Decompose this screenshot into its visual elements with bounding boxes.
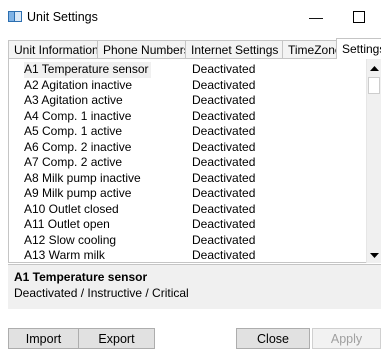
list-item-name: A10 Outlet closed [24, 201, 119, 216]
list-item-status: Deactivated [192, 124, 256, 138]
list-item[interactable]: A3 Agitation active Deactivated [18, 93, 373, 109]
list-item-status: Deactivated [192, 170, 256, 185]
maximize-button[interactable] [337, 0, 381, 34]
list-item[interactable]: A13 Warm milk Deactivated [18, 248, 373, 262]
list-item-status: Deactivated [192, 217, 256, 231]
list-item-name: A8 Milk pump inactive [24, 170, 141, 185]
scroll-thumb[interactable] [368, 77, 380, 94]
list-item[interactable]: A2 Agitation inactive Deactivated [18, 78, 373, 94]
list-item-name: A2 Agitation inactive [24, 77, 133, 92]
apply-button[interactable]: Apply [312, 328, 381, 349]
scroll-up-arrow-icon[interactable] [367, 60, 381, 76]
tab-phone-numbers[interactable]: Phone Numbers [97, 40, 190, 58]
list-item-status: Deactivated [192, 108, 256, 123]
list-item-status: Deactivated [192, 62, 256, 76]
list-item-status: Deactivated [192, 201, 256, 216]
settings-panel: A1 Temperature sensor Deactivated A2 Agita… [8, 58, 381, 263]
vertical-scrollbar[interactable] [366, 58, 381, 263]
list-item[interactable]: A10 Outlet closed Deactivated [18, 202, 373, 218]
tab-timezone[interactable]: TimeZone [282, 40, 342, 58]
list-item[interactable]: A1 Temperature sensor Deactivated [18, 62, 373, 78]
list-item-name: A3 Agitation active [24, 93, 123, 107]
detail-pane: A1 Temperature sensor Deactivated / Inst… [8, 265, 381, 309]
minimize-icon: — [309, 9, 323, 25]
window-title: Unit Settings [27, 10, 98, 24]
list-item-status: Deactivated [192, 186, 256, 200]
list-item-name: A11 Outlet open [24, 217, 110, 231]
scroll-down-arrow-icon[interactable] [367, 247, 381, 263]
list-item-status: Deactivated [192, 93, 256, 107]
list-item-status: Deactivated [192, 77, 256, 92]
tab-internet-settings[interactable]: Internet Settings [185, 40, 283, 58]
detail-title: A1 Temperature sensor [14, 270, 148, 284]
list-item-name: A12 Slow cooling [24, 232, 117, 247]
list-item-name: A1 Temperature sensor [24, 62, 151, 78]
list-item-name: A7 Comp. 2 active [24, 155, 123, 169]
list-item[interactable]: A8 Milk pump inactive Deactivated [18, 171, 373, 187]
list-item-name: A5 Comp. 1 active [24, 124, 123, 138]
list-item-name: A4 Comp. 1 inactive [24, 108, 132, 123]
settings-list[interactable]: A1 Temperature sensor Deactivated A2 Agita… [18, 62, 373, 262]
unit-icon [8, 11, 22, 22]
export-button[interactable]: Export [78, 328, 155, 349]
import-button[interactable]: Import [8, 328, 79, 349]
list-item-status: Deactivated [192, 232, 256, 247]
maximize-icon [353, 11, 365, 23]
list-item[interactable]: A12 Slow cooling Deactivated [18, 233, 373, 249]
list-item[interactable]: A11 Outlet open Deactivated [18, 217, 373, 233]
list-item[interactable]: A4 Comp. 1 inactive Deactivated [18, 109, 373, 125]
list-item-name: A13 Warm milk [24, 248, 105, 262]
list-item[interactable]: A5 Comp. 1 active Deactivated [18, 124, 373, 140]
list-item-status: Deactivated [192, 155, 256, 169]
close-button[interactable]: Close [236, 328, 310, 349]
detail-text: Deactivated / Instructive / Critical [14, 286, 189, 300]
tab-settings[interactable]: Settings [336, 38, 381, 59]
list-item-name: A6 Comp. 2 inactive [24, 139, 132, 154]
title-bar: Unit Settings — [0, 0, 381, 34]
list-item[interactable]: A6 Comp. 2 inactive Deactivated [18, 140, 373, 156]
list-item[interactable]: A9 Milk pump active Deactivated [18, 186, 373, 202]
minimize-button[interactable]: — [294, 0, 338, 34]
tab-unit-information[interactable]: Unit Information [8, 40, 99, 58]
list-item-status: Deactivated [192, 248, 256, 262]
list-item-status: Deactivated [192, 139, 256, 154]
list-item[interactable]: A7 Comp. 2 active Deactivated [18, 155, 373, 171]
list-item-name: A9 Milk pump active [24, 186, 132, 200]
